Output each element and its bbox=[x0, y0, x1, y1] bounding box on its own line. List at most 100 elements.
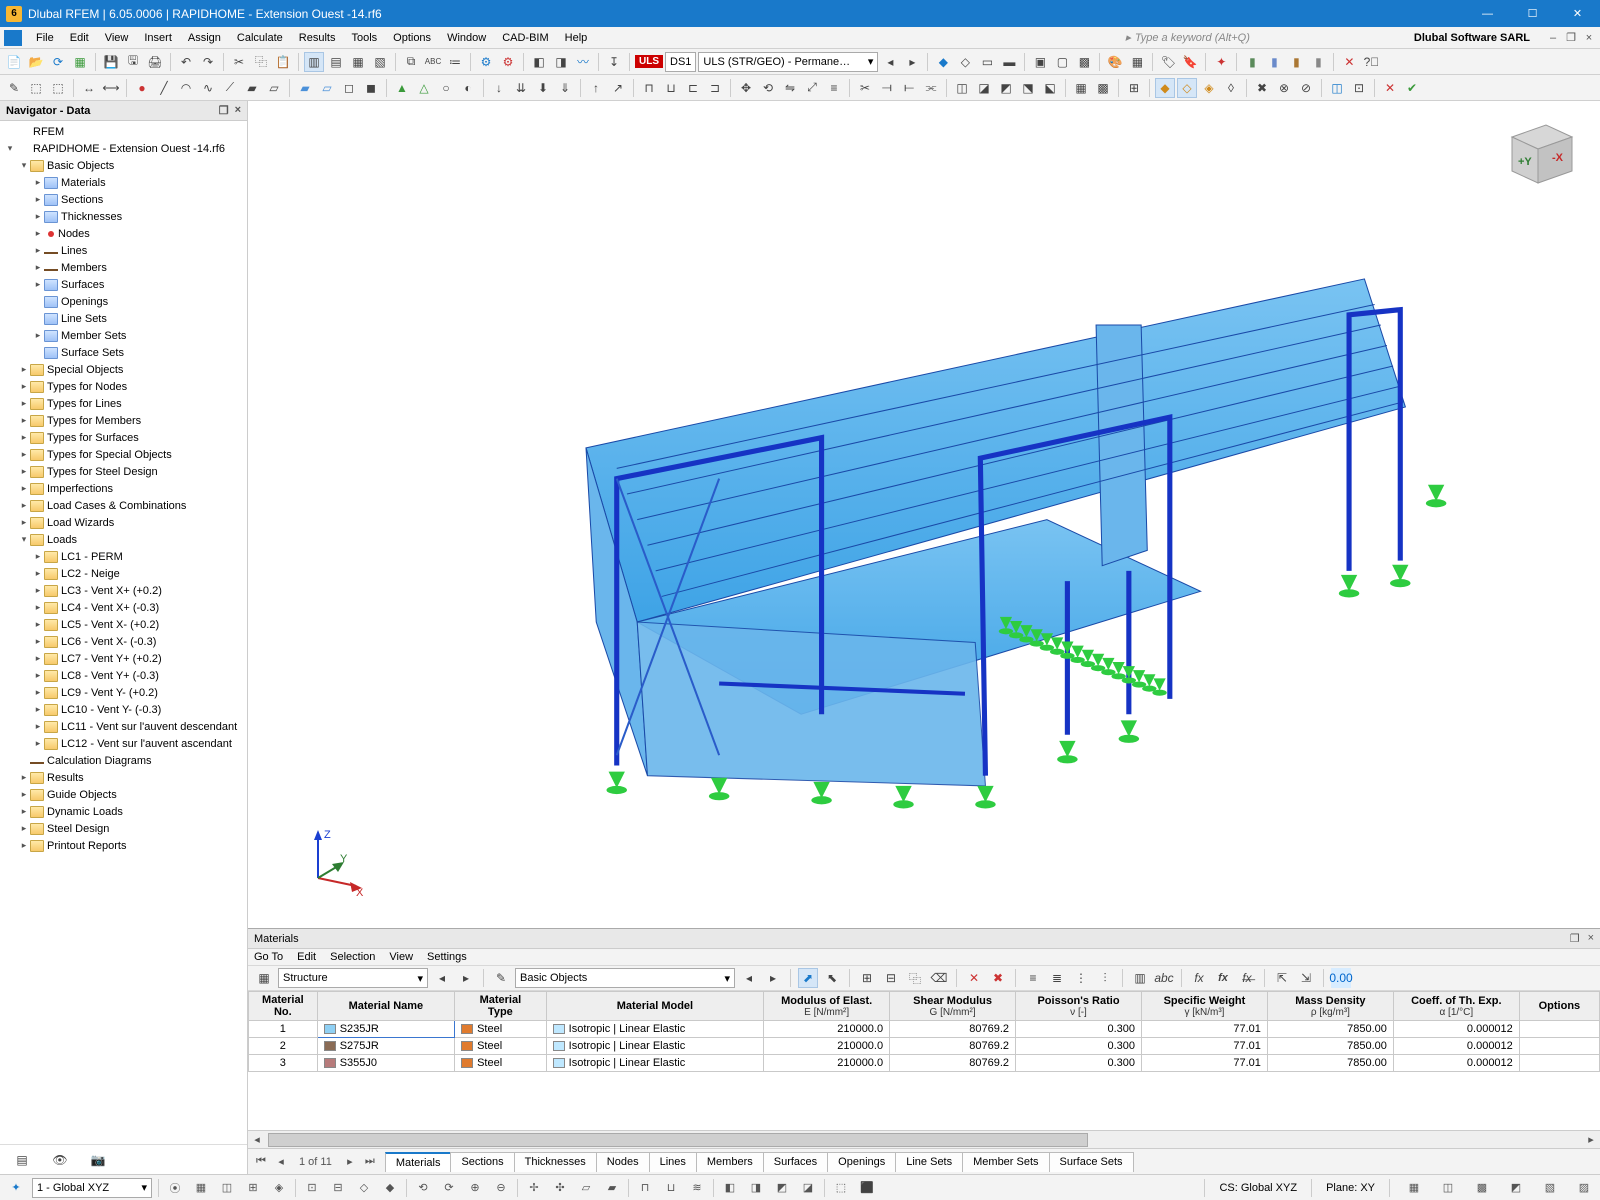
tree-openings[interactable]: Openings bbox=[0, 293, 247, 310]
sb-19-icon[interactable]: ⊔ bbox=[661, 1178, 681, 1198]
sb-21-icon[interactable]: ◧ bbox=[720, 1178, 740, 1198]
tree-lc9-vent-y-0-2-[interactable]: ▸LC9 - Vent Y- (+0.2) bbox=[0, 684, 247, 701]
view-mode-1-icon[interactable]: ▥ bbox=[304, 52, 324, 72]
solid-3-icon[interactable]: ▮ bbox=[1286, 52, 1306, 72]
support-tool-icon[interactable]: ▲ bbox=[392, 78, 412, 98]
member2-tool-icon[interactable]: ▱ bbox=[264, 78, 284, 98]
tree-lines[interactable]: ▸Lines bbox=[0, 242, 247, 259]
divide-icon[interactable]: ✂ bbox=[855, 78, 875, 98]
structure-icon[interactable]: ▦ bbox=[254, 968, 274, 988]
uls-badge[interactable]: ULS bbox=[635, 55, 663, 68]
sb-15-icon[interactable]: ✣ bbox=[550, 1178, 570, 1198]
solid-1-icon[interactable]: ▮ bbox=[1242, 52, 1262, 72]
release-tool-icon[interactable]: ◐ bbox=[458, 78, 478, 98]
print-icon[interactable]: 🖨 bbox=[145, 52, 165, 72]
tree-loads[interactable]: ▾Loads bbox=[0, 531, 247, 548]
display-icon-1[interactable]: ◆ bbox=[933, 52, 953, 72]
offset-icon[interactable]: ≡ bbox=[824, 78, 844, 98]
tree-lc7-vent-y-0-2-[interactable]: ▸LC7 - Vent Y+ (+0.2) bbox=[0, 650, 247, 667]
page-next-icon[interactable]: ▸ bbox=[341, 1153, 359, 1171]
basic-prev-icon[interactable]: ◂ bbox=[739, 968, 759, 988]
tree-lc6-vent-x-0-3-[interactable]: ▸LC6 - Vent X- (-0.3) bbox=[0, 633, 247, 650]
undo-icon[interactable]: ↶ bbox=[176, 52, 196, 72]
doc-close-icon[interactable]: × bbox=[1582, 31, 1596, 45]
tree-basic-objects[interactable]: ▾Basic Objects bbox=[0, 157, 247, 174]
move-icon[interactable]: ✥ bbox=[736, 78, 756, 98]
load-tool-1-icon[interactable]: ↓ bbox=[489, 78, 509, 98]
panel-dock-icon[interactable]: ❐ bbox=[1570, 932, 1580, 945]
tree-load-cases-combinations[interactable]: ▸Load Cases & Combinations bbox=[0, 497, 247, 514]
open-icon[interactable]: 📂 bbox=[26, 52, 46, 72]
solid-4-icon[interactable]: ▮ bbox=[1308, 52, 1328, 72]
hscroll-thumb[interactable] bbox=[268, 1133, 1088, 1147]
tree-root[interactable]: RFEM bbox=[0, 123, 247, 140]
save-icon[interactable]: 💾 bbox=[101, 52, 121, 72]
connect-2-icon[interactable]: ⊔ bbox=[661, 78, 681, 98]
sb-18-icon[interactable]: ⊓ bbox=[635, 1178, 655, 1198]
panel-close-icon[interactable]: × bbox=[1588, 932, 1594, 945]
tree-member-sets[interactable]: ▸Member Sets bbox=[0, 327, 247, 344]
solid-2-icon[interactable]: ▮ bbox=[1264, 52, 1284, 72]
sb-20-icon[interactable]: ≋ bbox=[687, 1178, 707, 1198]
tree-lc2-neige[interactable]: ▸LC2 - Neige bbox=[0, 565, 247, 582]
filter-icon[interactable]: ▥ bbox=[1130, 968, 1150, 988]
wizard-icon[interactable]: ✎ bbox=[4, 78, 24, 98]
page-first-icon[interactable]: ⏮ bbox=[252, 1153, 270, 1171]
tree-surface-sets[interactable]: Surface Sets bbox=[0, 344, 247, 361]
dock-icon[interactable]: ❐ bbox=[219, 104, 229, 117]
tree-imperfections[interactable]: ▸Imperfections bbox=[0, 480, 247, 497]
tree-guide-objects[interactable]: ▸Guide Objects bbox=[0, 786, 247, 803]
basic-objects-combo[interactable]: Basic Objects▾ bbox=[515, 968, 735, 988]
surface2-tool-icon[interactable]: ▱ bbox=[317, 78, 337, 98]
tree-types-for-lines[interactable]: ▸Types for Lines bbox=[0, 395, 247, 412]
tab-members[interactable]: Members bbox=[696, 1152, 764, 1172]
clip-icon[interactable]: ◫ bbox=[1327, 78, 1347, 98]
tab-thicknesses[interactable]: Thicknesses bbox=[514, 1152, 597, 1172]
menu-calculate[interactable]: Calculate bbox=[229, 30, 291, 46]
fx-strike-icon[interactable]: f̶x̶ bbox=[1237, 968, 1257, 988]
sb-3-icon[interactable]: ◫ bbox=[217, 1178, 237, 1198]
row-del-icon[interactable]: ⊟ bbox=[881, 968, 901, 988]
save-all-icon[interactable]: 🖫 bbox=[123, 52, 143, 72]
sb-axes-icon[interactable]: ✦ bbox=[6, 1178, 26, 1198]
arc-tool-icon[interactable]: ◠ bbox=[176, 78, 196, 98]
maximize-button[interactable]: ☐ bbox=[1510, 0, 1555, 27]
sb-end-5-icon[interactable]: ▧ bbox=[1540, 1178, 1560, 1198]
sb-14-icon[interactable]: ✢ bbox=[524, 1178, 544, 1198]
structure-combo[interactable]: Structure▾ bbox=[278, 968, 428, 988]
misc-1-icon[interactable]: ◫ bbox=[952, 78, 972, 98]
tree-thicknesses[interactable]: ▸Thicknesses bbox=[0, 208, 247, 225]
hscroll-left-icon[interactable]: ◂ bbox=[248, 1133, 266, 1146]
load-tool-2-icon[interactable]: ⇊ bbox=[511, 78, 531, 98]
row-x-icon[interactable]: ✕ bbox=[964, 968, 984, 988]
member-tool-icon[interactable]: ▰ bbox=[242, 78, 262, 98]
tab-nodes[interactable]: Nodes bbox=[596, 1152, 650, 1172]
script-icon[interactable]: ≔ bbox=[445, 52, 465, 72]
tree-surfaces[interactable]: ▸Surfaces bbox=[0, 276, 247, 293]
connect-4-icon[interactable]: ⊐ bbox=[705, 78, 725, 98]
sb-13-icon[interactable]: ⊖ bbox=[491, 1178, 511, 1198]
results-on-icon[interactable]: ◧ bbox=[529, 52, 549, 72]
colors-icon[interactable]: 🎨 bbox=[1105, 52, 1125, 72]
cs-combo[interactable]: 1 - Global XYZ▾ bbox=[32, 1178, 152, 1198]
sb-26-icon[interactable]: ⬛ bbox=[857, 1178, 877, 1198]
tree-types-for-surfaces[interactable]: ▸Types for Surfaces bbox=[0, 429, 247, 446]
tab-sections[interactable]: Sections bbox=[450, 1152, 514, 1172]
trim-icon[interactable]: ⟝ bbox=[899, 78, 919, 98]
page-last-icon[interactable]: ⏭ bbox=[361, 1153, 379, 1171]
menu-file[interactable]: File bbox=[28, 30, 62, 46]
tree-load-wizards[interactable]: ▸Load Wizards bbox=[0, 514, 247, 531]
misc-3-icon[interactable]: ◩ bbox=[996, 78, 1016, 98]
view-mode-3-icon[interactable]: ▦ bbox=[348, 52, 368, 72]
tab-line-sets[interactable]: Line Sets bbox=[895, 1152, 963, 1172]
load-tool-3-icon[interactable]: ⬇ bbox=[533, 78, 553, 98]
redo-icon[interactable]: ↷ bbox=[198, 52, 218, 72]
load-combo-combo[interactable]: ULS (STR/GEO) - Permane…▾ bbox=[698, 52, 878, 72]
row-copy-icon[interactable]: ⿻ bbox=[905, 968, 925, 988]
materials-table[interactable]: MaterialNo.Material NameMaterialTypeMate… bbox=[248, 991, 1600, 1130]
sb-5-icon[interactable]: ◈ bbox=[269, 1178, 289, 1198]
tree-lc5-vent-x-0-2-[interactable]: ▸LC5 - Vent X- (+0.2) bbox=[0, 616, 247, 633]
table-menu-edit[interactable]: Edit bbox=[297, 951, 316, 963]
deform-icon[interactable]: 〰 bbox=[573, 52, 593, 72]
table-menu-go-to[interactable]: Go To bbox=[254, 951, 283, 963]
